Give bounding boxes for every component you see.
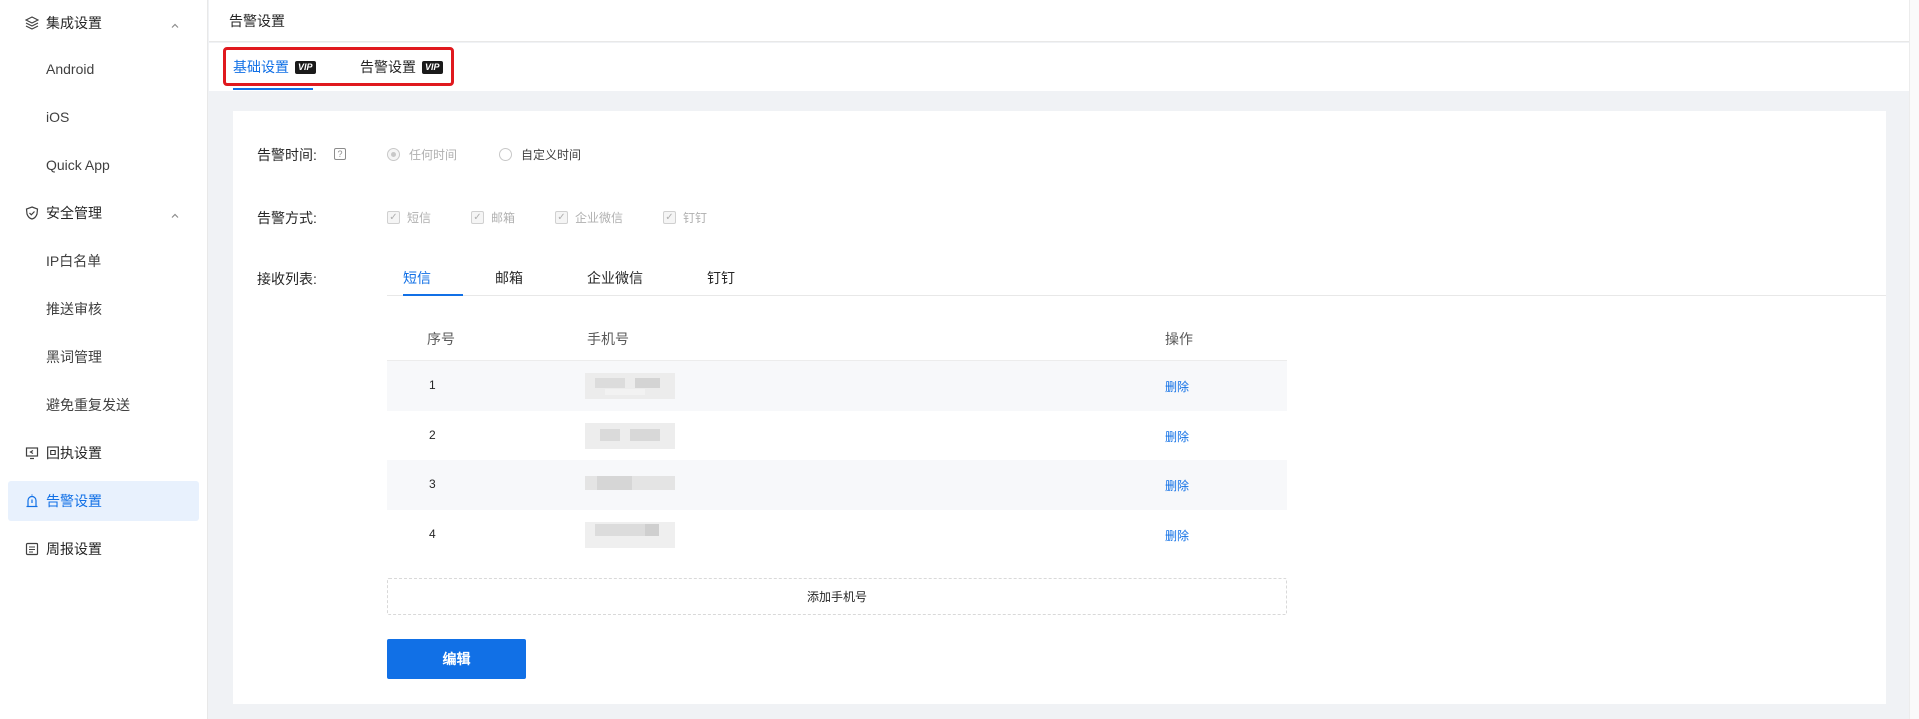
radio-circle (499, 148, 512, 161)
sidebar-item-push-review[interactable]: 推送审核 (0, 289, 208, 329)
table-header: 序号 手机号 操作 (387, 316, 1287, 361)
radio-label: 任何时间 (409, 148, 458, 162)
highlight-annotation (223, 47, 454, 86)
radio-custom-time[interactable]: 自定义时间 (499, 146, 581, 163)
menu-group-integration[interactable]: 集成设置 (0, 3, 208, 43)
page-title: 告警设置 (229, 13, 285, 29)
menu-item-receipt-settings[interactable]: 回执设置 (0, 433, 208, 473)
shield-icon (24, 206, 39, 221)
table-row: 2 删除 (387, 411, 1287, 461)
checkbox-sms[interactable]: ✓ 短信 (387, 209, 431, 226)
chevron-up-icon (170, 18, 180, 28)
receipt-icon (24, 446, 39, 461)
blurred-phone-number (585, 373, 675, 399)
check-icon: ✓ (387, 211, 400, 224)
table-row: 4 删除 (387, 510, 1287, 560)
column-header-index: 序号 (427, 331, 455, 347)
sidebar-item-android[interactable]: Android (0, 49, 208, 89)
help-icon[interactable]: ? (334, 148, 346, 160)
sidebar-item-ip-whitelist[interactable]: IP白名单 (0, 241, 208, 281)
checkbox-email[interactable]: ✓ 邮箱 (471, 209, 515, 226)
sidebar-item-ios[interactable]: iOS (0, 97, 208, 137)
delete-link[interactable]: 删除 (1165, 527, 1189, 544)
sidebar-item-dedupe[interactable]: 避免重复发送 (0, 385, 208, 425)
alarm-method-label: 告警方式: (257, 210, 317, 226)
sidebar-item-quick-app[interactable]: Quick App (0, 145, 208, 185)
menu-item-label: 告警设置 (46, 493, 102, 509)
vertical-scrollbar[interactable] (1909, 0, 1919, 719)
check-icon: ✓ (555, 211, 568, 224)
main-tabs: 基础设置 VIP 告警设置 VIP (209, 43, 1909, 91)
radio-label: 自定义时间 (521, 148, 582, 162)
row-index: 4 (429, 526, 436, 541)
row-index: 3 (429, 477, 436, 491)
sidebar-item-blacklist-words[interactable]: 黑词管理 (0, 337, 208, 377)
table-row: 1 删除 (387, 361, 1287, 411)
alarm-time-label: 告警时间: (257, 147, 317, 163)
settings-card: 告警时间: ? 任何时间 自定义时间 告警方式: ✓ 短信 ✓ 邮箱 ✓ 企业微… (233, 111, 1886, 704)
column-header-action: 操作 (1165, 331, 1193, 347)
menu-group-security[interactable]: 安全管理 (0, 193, 208, 233)
menu-group-label: 安全管理 (46, 205, 102, 221)
page-header: 告警设置 (209, 0, 1909, 42)
delete-link[interactable]: 删除 (1165, 378, 1189, 395)
check-icon: ✓ (471, 211, 484, 224)
blurred-phone-number (585, 422, 675, 449)
row-index: 2 (429, 427, 436, 442)
receiver-list-label: 接收列表: (257, 271, 317, 287)
row-index: 1 (429, 378, 436, 392)
checkbox-dingtalk[interactable]: ✓ 钉钉 (663, 209, 707, 226)
radio-any-time[interactable]: 任何时间 (387, 146, 457, 163)
delete-link[interactable]: 删除 (1165, 477, 1189, 494)
column-header-phone: 手机号 (587, 331, 629, 347)
radio-circle (387, 148, 400, 161)
tab-dingtalk[interactable]: 钉钉 (707, 268, 735, 288)
tab-active-indicator (403, 294, 463, 296)
chevron-up-icon (170, 208, 180, 218)
tab-email[interactable]: 邮箱 (495, 268, 523, 288)
add-phone-button[interactable]: 添加手机号 (387, 578, 1287, 615)
check-icon: ✓ (663, 211, 676, 224)
menu-item-label: 回执设置 (46, 445, 102, 461)
checkbox-wecom[interactable]: ✓ 企业微信 (555, 209, 623, 226)
report-icon (24, 542, 39, 557)
blurred-phone-number (585, 521, 675, 548)
tab-active-indicator (233, 88, 313, 90)
delete-link[interactable]: 删除 (1165, 428, 1189, 445)
phone-table: 序号 手机号 操作 1 删除 2 删除 3 删除 4 删除 (387, 316, 1287, 559)
menu-group-label: 集成设置 (46, 15, 102, 31)
tab-wecom[interactable]: 企业微信 (587, 268, 643, 288)
table-row: 3 删除 (387, 460, 1287, 510)
menu-item-alarm-settings[interactable]: 告警设置 (8, 481, 199, 521)
menu-item-weekly-report[interactable]: 周报设置 (0, 529, 208, 569)
alarm-icon (24, 494, 39, 509)
layers-icon (24, 16, 39, 31)
edit-button[interactable]: 编辑 (387, 639, 526, 679)
menu-item-label: 周报设置 (46, 541, 102, 557)
tab-sms[interactable]: 短信 (403, 268, 431, 288)
sidebar: 集成设置 Android iOS Quick App 安全管理 IP白名单 推送… (0, 0, 208, 719)
receiver-tabs: 短信 邮箱 企业微信 钉钉 (387, 263, 1886, 296)
blurred-phone-number (585, 472, 675, 498)
